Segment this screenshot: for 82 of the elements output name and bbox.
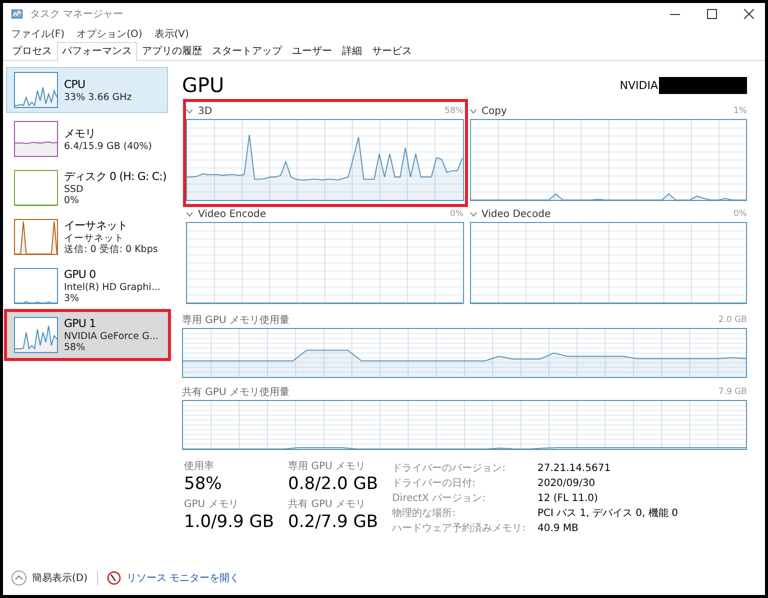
item-detail: 送信: 0 受信: 0 Kbps bbox=[64, 244, 158, 255]
sidebar-item[interactable]: メモリ 6.4/15.9 GB (40%) bbox=[6, 116, 168, 162]
graph-label: Video Decode bbox=[482, 208, 551, 220]
sidebar-item[interactable]: GPU 0 Intel(R) HD Graphi... 3% bbox=[6, 263, 168, 309]
app-icon bbox=[11, 8, 25, 20]
property-value: PCI バス 1, デバイス 0, 機能 0 bbox=[537, 507, 678, 520]
stat-label: 共有 GPU メモリ bbox=[288, 498, 367, 510]
device-name: NVIDIA bbox=[620, 78, 658, 92]
chevron-icon[interactable] bbox=[186, 108, 193, 114]
graph-label: 専用 GPU メモリ使用量 bbox=[182, 314, 290, 327]
item-name: ディスク 0 (H: G: C:) bbox=[64, 170, 165, 184]
graph-reading: 0% bbox=[734, 209, 747, 219]
thumbnail-graph bbox=[14, 170, 58, 206]
graph-label: 共有 GPU メモリ使用量 bbox=[182, 386, 290, 399]
property-label: ドライバーのバージョン: bbox=[392, 462, 506, 475]
property-value: 40.9 MB bbox=[537, 522, 580, 535]
menu-item[interactable]: ファイル(F) bbox=[11, 27, 65, 41]
fewer-details-button[interactable]: 簡易表示(D) bbox=[11, 570, 88, 586]
property-value: 12 (FL 11.0) bbox=[537, 492, 599, 505]
close-icon[interactable] bbox=[744, 9, 754, 19]
stat-label: 専用 GPU メモリ bbox=[288, 460, 367, 473]
item-detail: 0% bbox=[64, 195, 80, 206]
resource-monitor-link[interactable]: リソース モニターを開く bbox=[126, 571, 240, 585]
graph-label: Copy bbox=[482, 106, 507, 116]
item-detail: SSD bbox=[64, 184, 84, 195]
item-detail: Intel(R) HD Graphi... bbox=[64, 282, 160, 293]
thumbnail-graph bbox=[14, 121, 58, 157]
chevron-icon[interactable] bbox=[186, 212, 193, 216]
tab[interactable]: アプリの履歴 bbox=[137, 42, 207, 60]
item-name: イーサネット bbox=[64, 219, 129, 233]
stat-value: 0.2/7.9 GB bbox=[288, 510, 378, 532]
graph-reading: 58% bbox=[444, 106, 464, 116]
item-name: CPU bbox=[64, 78, 86, 92]
menu-item[interactable]: 表示(V) bbox=[154, 27, 189, 41]
graph-reading: 1% bbox=[734, 106, 747, 116]
stat-value: 58% bbox=[184, 473, 223, 495]
chevron-icon[interactable] bbox=[470, 108, 476, 114]
item-name: GPU 1 bbox=[64, 317, 97, 331]
section-title: GPU bbox=[182, 73, 226, 97]
tab[interactable]: ユーザー bbox=[287, 42, 337, 60]
tab[interactable]: サービス bbox=[367, 42, 417, 60]
item-detail: 3% bbox=[64, 293, 80, 304]
graph-label: 3D bbox=[198, 106, 212, 116]
resource-monitor-icon bbox=[106, 571, 121, 585]
item-name: メモリ bbox=[64, 126, 97, 140]
thumbnail-graph bbox=[14, 219, 58, 255]
sidebar-item[interactable]: CPU 33% 3.66 GHz bbox=[6, 67, 168, 113]
item-detail: NVIDIA GeForce G... bbox=[64, 331, 158, 342]
thumbnail-graph bbox=[14, 317, 58, 353]
stat-label: 使用率 bbox=[184, 460, 215, 473]
property-value: 27.21.14.5671 bbox=[537, 462, 612, 475]
property-label: ドライバーの日付: bbox=[392, 477, 476, 490]
item-name: GPU 0 bbox=[64, 268, 97, 282]
window-title: タスク マネージャー bbox=[30, 8, 124, 21]
maximize-icon[interactable] bbox=[707, 9, 717, 19]
chevron-icon[interactable] bbox=[470, 212, 476, 216]
stat-label: GPU メモリ bbox=[184, 498, 240, 510]
tab[interactable]: スタートアップ bbox=[207, 42, 287, 60]
sidebar-item[interactable]: ディスク 0 (H: G: C:) SSD 0% bbox=[6, 165, 168, 211]
menu-item[interactable]: オプション(O) bbox=[76, 27, 142, 41]
graph-reading: 2.0 GB bbox=[718, 315, 747, 325]
chevron-up-icon bbox=[11, 570, 27, 586]
stat-value: 1.0/9.9 GB bbox=[184, 510, 274, 532]
property-label: ハードウェア予約済みメモリ: bbox=[392, 522, 526, 535]
item-detail: 33% 3.66 GHz bbox=[64, 92, 132, 102]
property-label: 物理的な場所: bbox=[392, 507, 456, 520]
graph-label: Video Encode bbox=[198, 208, 266, 220]
graph-reading: 7.9 GB bbox=[718, 387, 747, 397]
item-detail: イーサネット bbox=[64, 233, 125, 244]
tab[interactable]: 詳細 bbox=[337, 42, 367, 60]
sidebar-item[interactable]: GPU 1 NVIDIA GeForce G... 58% bbox=[6, 312, 168, 358]
tab[interactable]: プロセス bbox=[7, 42, 57, 60]
property-label: DirectX バージョン: bbox=[392, 492, 486, 505]
property-value: 2020/09/30 bbox=[537, 477, 596, 490]
tab[interactable]: パフォーマンス bbox=[57, 42, 137, 61]
item-detail: 58% bbox=[64, 342, 86, 353]
stat-value: 0.8/2.0 GB bbox=[288, 473, 378, 495]
thumbnail-graph bbox=[14, 268, 58, 304]
thumbnail-graph bbox=[14, 72, 58, 108]
sidebar-item[interactable]: イーサネット イーサネット 送信: 0 受信: 0 Kbps bbox=[6, 214, 168, 260]
graph-reading: 0% bbox=[450, 209, 464, 219]
item-detail: 6.4/15.9 GB (40%) bbox=[64, 140, 152, 152]
